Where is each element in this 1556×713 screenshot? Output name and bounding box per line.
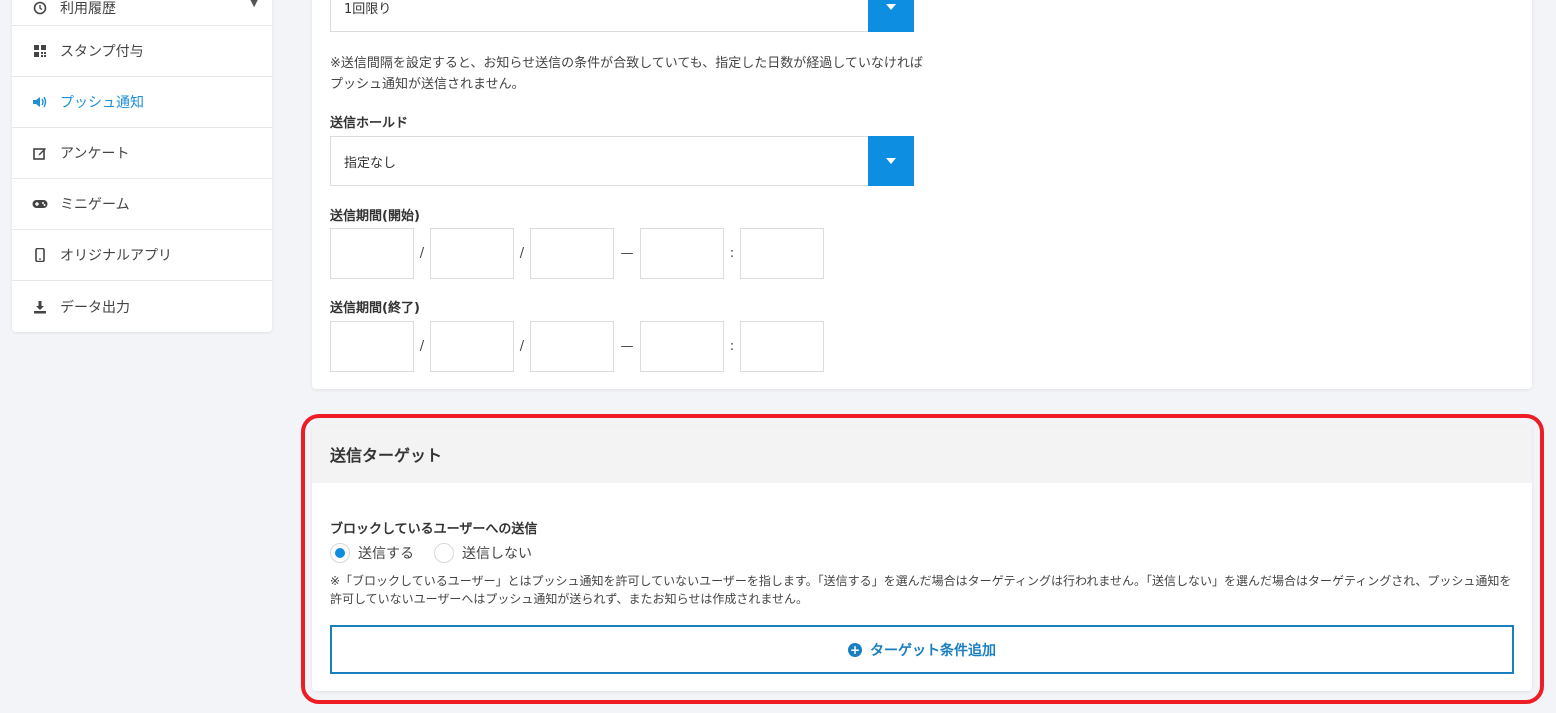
- date-separator: /: [519, 246, 525, 261]
- date-separator: /: [519, 339, 525, 354]
- sidebar-item-original-app[interactable]: オリジナルアプリ: [12, 230, 272, 281]
- sidebar-item-label: オリジナルアプリ: [60, 248, 172, 264]
- sidebar-item-data-export[interactable]: データ出力: [12, 281, 272, 332]
- end-month-input[interactable]: [430, 321, 514, 372]
- range-separator: —: [620, 339, 634, 354]
- end-hour-input[interactable]: [640, 321, 724, 372]
- history-icon: [32, 0, 48, 16]
- sidebar-item-survey[interactable]: アンケート: [12, 128, 272, 179]
- chevron-down-icon[interactable]: [868, 136, 914, 186]
- send-hold-label: 送信ホールド: [330, 116, 409, 131]
- end-minute-input[interactable]: [740, 321, 824, 372]
- sidebar-item-label: データ出力: [60, 299, 130, 316]
- date-separator: /: [419, 246, 425, 261]
- chevron-down-icon: ▼: [250, 0, 258, 9]
- sidebar-item-history[interactable]: 利用履歴 ▼: [12, 0, 272, 26]
- edit-icon: [32, 145, 48, 161]
- send-hold-select[interactable]: 指定なし: [330, 136, 914, 186]
- sidebar-item-minigame[interactable]: ミニゲーム: [12, 179, 272, 230]
- period-end-inputs: / / — :: [330, 321, 824, 372]
- gamepad-icon: [32, 196, 48, 212]
- qr-grid-icon: [32, 43, 48, 59]
- period-start-inputs: / / — :: [330, 228, 824, 279]
- sidebar-item-stamp[interactable]: スタンプ付与: [12, 26, 272, 77]
- send-interval-note: ※送信間隔を設定すると、お知らせ送信の条件が合致していても、指定した日数が経過し…: [330, 56, 923, 92]
- send-interval-select[interactable]: 1回限り: [330, 0, 914, 32]
- start-day-input[interactable]: [530, 228, 614, 279]
- start-month-input[interactable]: [430, 228, 514, 279]
- period-start-label: 送信期間(開始): [330, 209, 420, 224]
- download-icon: [32, 299, 48, 315]
- end-year-input[interactable]: [330, 321, 414, 372]
- sidebar-item-label: アンケート: [60, 146, 130, 162]
- time-separator: :: [729, 246, 735, 261]
- sidebar-item-push[interactable]: プッシュ通知: [12, 77, 272, 128]
- mobile-icon: [32, 247, 48, 263]
- sidebar-item-label: ミニゲーム: [60, 197, 130, 213]
- date-separator: /: [419, 339, 425, 354]
- period-end-label: 送信期間(終了): [330, 301, 420, 316]
- sidebar: 利用履歴 ▼ スタンプ付与 プッシュ通知 アンケート ミニゲーム オリジナルアプ…: [12, 0, 272, 332]
- send-hold-value: 指定なし: [344, 155, 397, 171]
- highlight-frame: [301, 414, 1544, 704]
- sidebar-item-label: プッシュ通知: [60, 95, 144, 111]
- send-settings-card: 1回限り ※送信間隔を設定すると、お知らせ送信の条件が合致していても、指定した日…: [312, 0, 1532, 389]
- start-hour-input[interactable]: [640, 228, 724, 279]
- send-interval-value: 1回限り: [344, 1, 392, 17]
- end-day-input[interactable]: [530, 321, 614, 372]
- start-year-input[interactable]: [330, 228, 414, 279]
- time-separator: :: [729, 339, 735, 354]
- megaphone-icon: [32, 94, 48, 110]
- start-minute-input[interactable]: [740, 228, 824, 279]
- sidebar-item-label: スタンプ付与: [60, 44, 144, 60]
- range-separator: —: [620, 246, 634, 261]
- sidebar-item-label: 利用履歴: [60, 0, 116, 17]
- chevron-down-icon[interactable]: [868, 0, 914, 32]
